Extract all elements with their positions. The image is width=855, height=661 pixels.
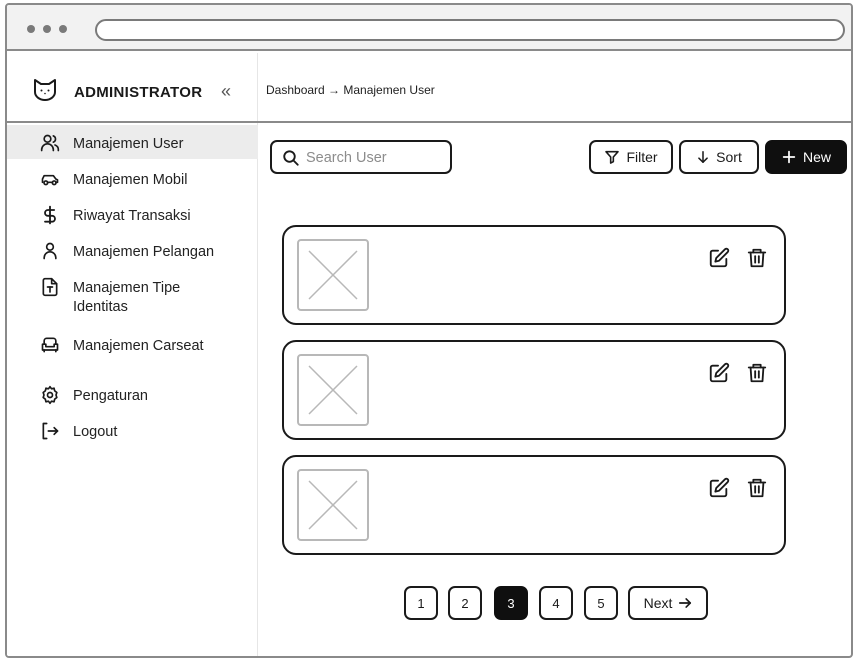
sidebar-item-pengaturan[interactable]: Pengaturan (7, 377, 258, 411)
list-item[interactable] (282, 225, 786, 325)
filter-icon (605, 150, 620, 164)
file-text-icon (42, 277, 58, 297)
user-icon (43, 242, 57, 260)
sort-label: Sort (716, 149, 742, 165)
filter-label: Filter (626, 149, 658, 165)
edit-icon[interactable] (708, 477, 730, 499)
car-icon (41, 174, 59, 186)
edit-icon[interactable] (708, 362, 730, 384)
sidebar-item-label-line: Identitas (73, 299, 128, 315)
sidebar-brand: ADMINISTRATOR « (7, 53, 258, 123)
trash-icon[interactable] (746, 362, 768, 384)
sidebar: ADMINISTRATOR « Manajemen User Manajemen… (7, 53, 258, 656)
sidebar-item-manajemen-mobil[interactable]: Manajemen Mobil (7, 161, 258, 195)
cat-logo-icon (34, 79, 56, 101)
next-label: Next (643, 595, 673, 611)
plus-icon (782, 150, 796, 164)
filter-button[interactable]: Filter (589, 140, 673, 174)
search-box[interactable] (270, 140, 452, 174)
users-icon (40, 134, 60, 152)
breadcrumb-text: Dashboard → Manajemen User (266, 83, 435, 97)
collapse-sidebar-button[interactable]: « (221, 81, 243, 101)
url-bar[interactable] (95, 19, 845, 41)
new-button[interactable]: New (765, 140, 847, 174)
image-placeholder-icon (308, 480, 358, 530)
window-dot[interactable] (59, 25, 67, 33)
sidebar-item-manajemen-pelangan[interactable]: Manajemen Pelangan (7, 233, 258, 267)
sidebar-item-label: Manajemen Carseat (73, 338, 204, 354)
dollar-icon (44, 205, 56, 225)
page-button-3[interactable]: 3 (494, 586, 528, 620)
trash-icon[interactable] (746, 477, 768, 499)
sidebar-item-manajemen-tipe-identitas[interactable]: Manajemen Tipe Identitas (7, 269, 258, 321)
page-button-2[interactable]: 2 (448, 586, 482, 620)
sidebar-item-logout[interactable]: Logout (7, 413, 258, 447)
window-dot[interactable] (27, 25, 35, 33)
sort-button[interactable]: Sort (679, 140, 759, 174)
scrollbar[interactable] (852, 275, 853, 397)
list-item[interactable] (282, 340, 786, 440)
breadcrumb: Dashboard → Manajemen User (258, 53, 851, 123)
sidebar-item-label: Manajemen Pelangan (73, 244, 215, 260)
gear-icon (42, 385, 58, 405)
edit-icon[interactable] (708, 247, 730, 269)
sidebar-item-label: Logout (73, 424, 118, 440)
search-input[interactable] (306, 148, 446, 168)
image-placeholder (297, 354, 369, 426)
image-placeholder-icon (308, 365, 358, 415)
search-icon (283, 150, 299, 166)
page-button-1[interactable]: 1 (404, 586, 438, 620)
logout-icon (42, 422, 59, 440)
page-button-5[interactable]: 5 (584, 586, 618, 620)
image-placeholder (297, 469, 369, 541)
trash-icon[interactable] (746, 247, 768, 269)
sidebar-item-label-line: Manajemen Tipe (73, 280, 181, 296)
browser-window: ADMINISTRATOR « Manajemen User Manajemen… (5, 3, 853, 658)
page-button-4[interactable]: 4 (539, 586, 573, 620)
sidebar-item-manajemen-carseat[interactable]: Manajemen Carseat (7, 327, 258, 361)
sidebar-item-label: Manajemen User (73, 136, 184, 152)
image-placeholder-icon (308, 250, 358, 300)
sidebar-item-riwayat-transaksi[interactable]: Riwayat Transaksi (7, 197, 258, 231)
armchair-icon (41, 337, 59, 353)
arrow-down-icon (698, 150, 708, 164)
sidebar-item-label: Manajemen Mobil (73, 172, 188, 188)
sidebar-item-label: Pengaturan (73, 388, 148, 404)
sidebar-item-manajemen-user[interactable]: Manajemen User (7, 125, 258, 159)
window-dot[interactable] (43, 25, 51, 33)
list-item[interactable] (282, 455, 786, 555)
sidebar-item-label: Riwayat Transaksi (73, 208, 191, 224)
brand-title: ADMINISTRATOR (74, 84, 203, 101)
browser-titlebar (7, 5, 851, 51)
main-content: Dashboard → Manajemen User Filter Sort (258, 53, 853, 656)
sidebar-item-label: Manajemen Tipe Identitas (73, 279, 180, 317)
image-placeholder (297, 239, 369, 311)
new-label: New (802, 149, 831, 165)
next-page-button[interactable]: Next (628, 586, 708, 620)
arrow-right-icon (679, 598, 692, 608)
